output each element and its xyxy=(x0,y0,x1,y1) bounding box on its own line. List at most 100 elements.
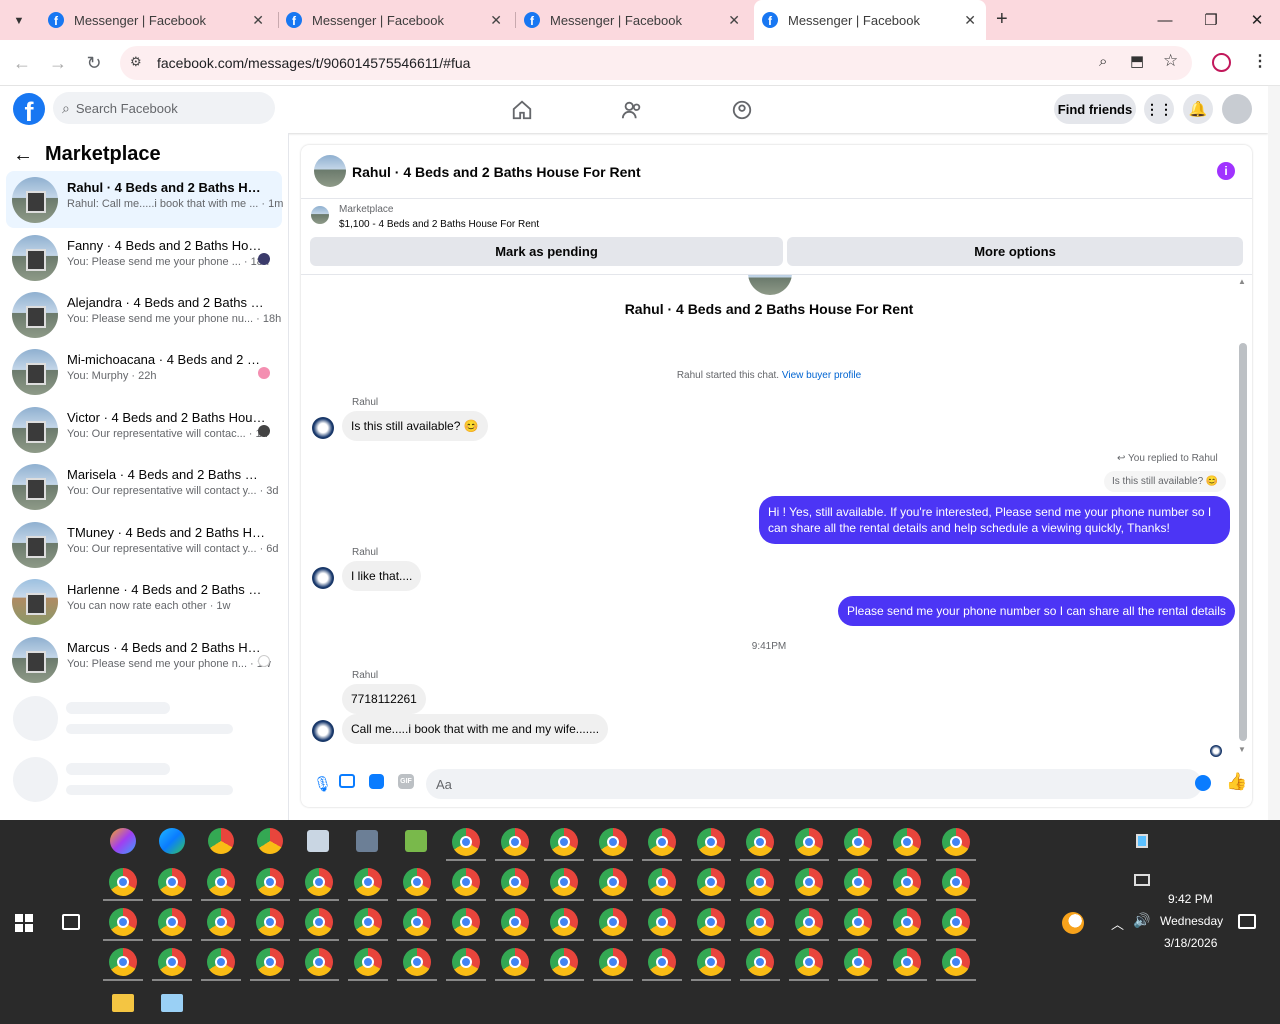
chrome-profile-icon[interactable] xyxy=(746,948,774,976)
conversation-item[interactable]: Fanny · 4 Beds and 2 Baths House For Ren… xyxy=(6,229,282,286)
browser-tab[interactable]: f Messenger | Facebook ✕ xyxy=(278,0,512,40)
conversation-item[interactable]: Victor · 4 Beds and 2 Baths House For Re… xyxy=(6,401,282,458)
incoming-message[interactable]: Call me.....i book that with me and my w… xyxy=(342,714,609,744)
chrome-profile-icon[interactable] xyxy=(452,828,480,856)
chrome-profile-icon[interactable] xyxy=(550,948,578,976)
mark-as-pending-button[interactable]: Mark as pending xyxy=(310,237,783,266)
account-avatar[interactable] xyxy=(1222,94,1252,124)
conversation-item[interactable]: Alejandra · 4 Beds and 2 Baths House For… xyxy=(6,286,282,343)
start-button-icon[interactable] xyxy=(15,914,33,932)
thread-scrollbar[interactable] xyxy=(1239,343,1247,741)
facebook-logo-icon[interactable]: f xyxy=(13,93,45,125)
network-icon[interactable] xyxy=(1134,874,1150,886)
back-button[interactable]: ← xyxy=(7,48,37,78)
chrome-profile-icon[interactable] xyxy=(795,828,823,856)
volume-icon[interactable]: 🔊 xyxy=(1133,912,1150,929)
chrome-profile-icon[interactable] xyxy=(844,948,872,976)
chrome-profile-icon[interactable] xyxy=(893,908,921,936)
chrome-profile-icon[interactable] xyxy=(893,828,921,856)
sticker-icon[interactable] xyxy=(369,774,384,789)
chrome-profile-icon[interactable] xyxy=(452,948,480,976)
chrome-profile-icon[interactable] xyxy=(844,868,872,896)
app-icon[interactable] xyxy=(161,994,183,1012)
profile-icon[interactable] xyxy=(1212,53,1231,72)
conversation-item[interactable]: Rahul · 4 Beds and 2 Baths House For Ren… xyxy=(6,171,283,228)
tab-close-icon[interactable]: ✕ xyxy=(964,12,976,29)
chrome-profile-icon[interactable] xyxy=(795,948,823,976)
chrome-profile-icon[interactable] xyxy=(648,948,676,976)
chrome-profile-icon[interactable] xyxy=(746,908,774,936)
quoted-message[interactable]: Is this still available? 😊 xyxy=(1104,471,1227,492)
friends-icon[interactable] xyxy=(620,98,644,122)
chrome-profile-icon[interactable] xyxy=(403,948,431,976)
tablet-icon[interactable] xyxy=(1136,834,1148,848)
chrome-profile-icon[interactable] xyxy=(207,908,235,936)
outgoing-message[interactable]: Hi ! Yes, still available. If you're int… xyxy=(759,496,1230,544)
forward-button[interactable]: → xyxy=(43,48,73,78)
listing-avatar[interactable] xyxy=(314,155,346,187)
close-window-button[interactable]: ✕ xyxy=(1234,0,1280,40)
view-buyer-profile-link[interactable]: View buyer profile xyxy=(782,370,861,381)
chrome-profile-icon[interactable] xyxy=(109,908,137,936)
chrome-profile-icon[interactable] xyxy=(648,868,676,896)
browser-tab[interactable]: f Messenger | Facebook ✕ xyxy=(40,0,274,40)
chrome-profile-icon[interactable] xyxy=(354,948,382,976)
site-info-icon[interactable]: ⚙ xyxy=(130,54,142,70)
chrome-profile-icon[interactable] xyxy=(207,948,235,976)
chrome-profile-icon[interactable] xyxy=(599,828,627,856)
browser-tab[interactable]: f Messenger | Facebook ✕ xyxy=(516,0,750,40)
chevron-up-icon[interactable]: ︿ xyxy=(1111,914,1124,933)
clock-day[interactable]: Wednesday xyxy=(1160,914,1223,928)
chrome-profile-icon[interactable] xyxy=(942,828,970,856)
chrome-profile-icon[interactable] xyxy=(501,868,529,896)
chrome-profile-icon[interactable] xyxy=(795,868,823,896)
task-view-icon[interactable] xyxy=(62,914,80,930)
more-options-button[interactable]: More options xyxy=(787,237,1243,266)
tab-close-icon[interactable]: ✕ xyxy=(252,12,264,29)
like-thumbs-up-icon[interactable]: 👍 xyxy=(1226,772,1247,792)
scroll-up-arrow-icon[interactable]: ▲ xyxy=(1238,277,1246,286)
bookmark-star-icon[interactable]: ☆ xyxy=(1163,51,1178,71)
chrome-profile-icon[interactable] xyxy=(599,948,627,976)
chrome-profile-icon[interactable] xyxy=(452,868,480,896)
attach-photo-icon[interactable] xyxy=(339,774,355,788)
chrome-profile-icon[interactable] xyxy=(795,908,823,936)
clock-date[interactable]: 3/18/2026 xyxy=(1164,936,1217,950)
chrome-profile-icon[interactable] xyxy=(158,908,186,936)
incoming-message[interactable]: 7718112261 xyxy=(342,684,426,714)
chrome-profile-icon[interactable] xyxy=(158,948,186,976)
conversation-item[interactable]: Marcus · 4 Beds and 2 Baths House For Re… xyxy=(6,631,282,688)
chrome-profile-icon[interactable] xyxy=(305,868,333,896)
chrome-profile-icon[interactable] xyxy=(501,948,529,976)
listing-price-title[interactable]: $1,100 - 4 Beds and 2 Baths House For Re… xyxy=(339,219,539,230)
chrome-profile-icon[interactable] xyxy=(256,908,284,936)
chrome-profile-icon[interactable] xyxy=(501,828,529,856)
home-icon[interactable] xyxy=(510,98,534,122)
chrome-profile-icon[interactable] xyxy=(158,868,186,896)
zoom-icon[interactable]: ⌕ xyxy=(1099,53,1107,70)
chrome-profile-icon[interactable] xyxy=(893,948,921,976)
chrome-profile-icon[interactable] xyxy=(109,948,137,976)
chrome-profile-icon[interactable] xyxy=(942,868,970,896)
edge-icon[interactable] xyxy=(159,828,185,854)
chrome-profile-icon[interactable] xyxy=(697,868,725,896)
chrome-profile-icon[interactable] xyxy=(305,948,333,976)
weather-icon[interactable] xyxy=(1062,912,1084,934)
chrome-profile-icon[interactable] xyxy=(697,948,725,976)
tab-search-button[interactable]: ▼ xyxy=(8,10,30,32)
chrome-profile-icon[interactable] xyxy=(942,908,970,936)
chrome-profile-icon[interactable] xyxy=(648,908,676,936)
back-arrow-icon[interactable]: ← xyxy=(13,144,33,167)
chrome-profile-icon[interactable] xyxy=(550,828,578,856)
remote-desktop-icon[interactable] xyxy=(356,830,378,852)
tab-close-icon[interactable]: ✕ xyxy=(490,12,502,29)
outgoing-message[interactable]: Please send me your phone number so I ca… xyxy=(838,596,1235,626)
url-text[interactable]: facebook.com/messages/t/906014575546611/… xyxy=(157,55,470,71)
chrome-profile-icon[interactable] xyxy=(305,908,333,936)
chrome-icon[interactable] xyxy=(208,828,234,854)
incoming-message[interactable]: I like that.... xyxy=(342,561,422,591)
chrome-profile-icon[interactable] xyxy=(403,868,431,896)
app-icon[interactable] xyxy=(307,830,329,852)
chrome-icon[interactable] xyxy=(257,828,283,854)
new-tab-button[interactable]: + xyxy=(996,8,1008,31)
